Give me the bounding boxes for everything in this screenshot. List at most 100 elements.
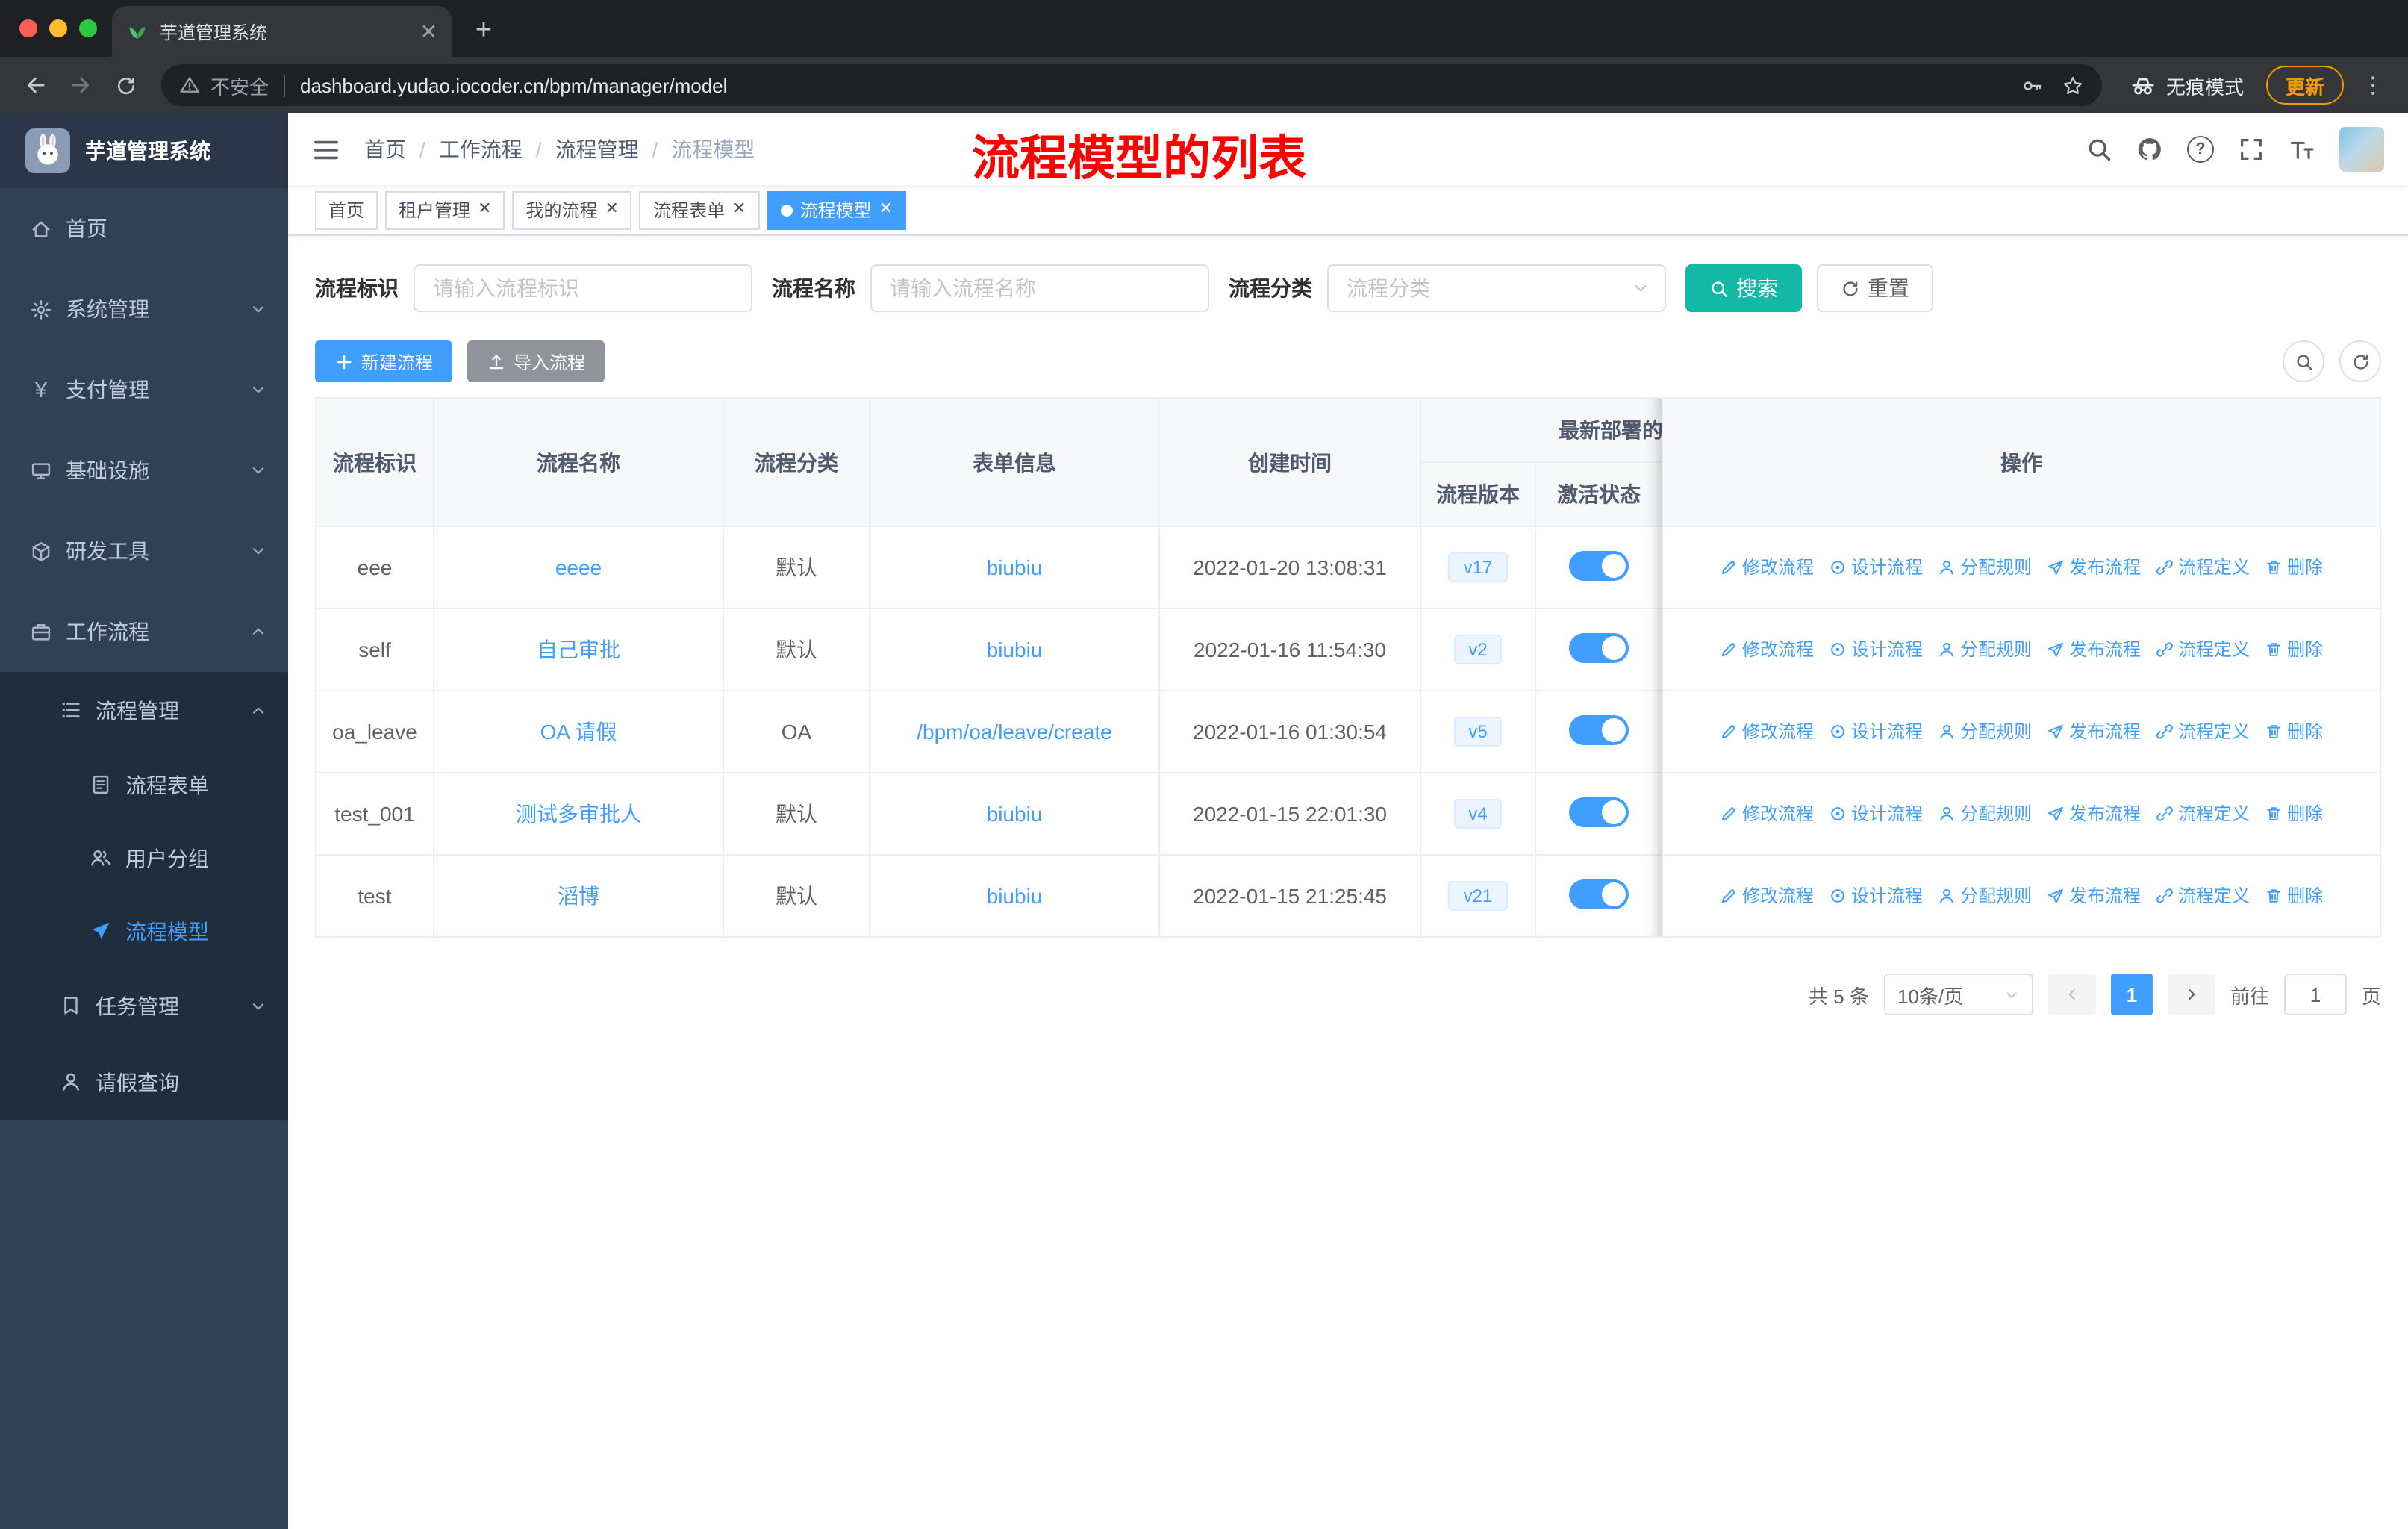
user-avatar[interactable] — [2339, 127, 2384, 172]
process-id-input[interactable] — [414, 264, 752, 312]
tag-my-process[interactable]: 我的流程 ✕ — [512, 190, 632, 229]
process-name-input[interactable] — [870, 264, 1209, 312]
tag-close-icon[interactable]: ✕ — [732, 201, 746, 218]
form-info-link[interactable]: biubiu — [987, 802, 1043, 826]
modify-process-link[interactable]: 修改流程 — [1720, 555, 1814, 580]
sidebar-item-system-management[interactable]: 系统管理 — [0, 269, 288, 349]
publish-process-link[interactable]: 发布流程 — [2047, 637, 2141, 662]
page-number-1[interactable]: 1 — [2110, 974, 2153, 1015]
close-window-button[interactable] — [19, 19, 37, 37]
modify-process-link[interactable]: 修改流程 — [1720, 801, 1814, 826]
active-toggle[interactable] — [1569, 797, 1629, 826]
process-definition-link[interactable]: 流程定义 — [2156, 555, 2250, 580]
assign-rule-link[interactable]: 分配规则 — [1938, 719, 2032, 744]
assign-rule-link[interactable]: 分配规则 — [1938, 637, 2032, 662]
tag-home[interactable]: 首页 — [315, 190, 378, 229]
sidebar-item-infrastructure[interactable]: 基础设施 — [0, 430, 288, 511]
assign-rule-link[interactable]: 分配规则 — [1938, 801, 2032, 826]
sidebar-item-process-management[interactable]: 流程管理 — [0, 672, 288, 748]
tag-close-icon[interactable]: ✕ — [478, 201, 491, 218]
back-button[interactable] — [15, 64, 57, 106]
version-badge[interactable]: v2 — [1453, 635, 1503, 664]
form-info-link[interactable]: biubiu — [987, 555, 1043, 579]
font-size-icon[interactable] — [2289, 136, 2315, 163]
publish-process-link[interactable]: 发布流程 — [2047, 883, 2141, 909]
active-toggle[interactable] — [1569, 632, 1629, 662]
publish-process-link[interactable]: 发布流程 — [2047, 555, 2141, 580]
version-badge[interactable]: v17 — [1448, 552, 1508, 582]
tag-close-icon[interactable]: ✕ — [605, 201, 619, 218]
process-definition-link[interactable]: 流程定义 — [2156, 883, 2250, 909]
process-name-link[interactable]: OA 请假 — [540, 720, 617, 744]
tag-close-icon[interactable]: ✕ — [879, 201, 892, 218]
sidebar-item-process-model[interactable]: 流程模型 — [0, 894, 288, 968]
reset-button[interactable]: 重置 — [1817, 264, 1933, 312]
publish-process-link[interactable]: 发布流程 — [2047, 801, 2141, 826]
version-badge[interactable]: v5 — [1453, 717, 1503, 747]
modify-process-link[interactable]: 修改流程 — [1720, 637, 1814, 662]
process-name-link[interactable]: eeee — [555, 555, 602, 579]
toggle-search-button[interactable] — [2283, 340, 2324, 382]
minimize-window-button[interactable] — [49, 19, 67, 37]
reload-button[interactable] — [105, 64, 146, 106]
publish-process-link[interactable]: 发布流程 — [2047, 719, 2141, 744]
active-toggle[interactable] — [1569, 550, 1629, 580]
process-name-link[interactable]: 自己审批 — [537, 638, 620, 661]
process-name-link[interactable]: 滔博 — [558, 884, 599, 908]
next-page-button[interactable] — [2167, 974, 2215, 1015]
delete-link[interactable]: 删除 — [2265, 637, 2323, 662]
forward-button[interactable] — [60, 64, 102, 106]
url-bar[interactable]: 不安全 dashboard.yudao.iocoder.cn/bpm/manag… — [161, 64, 2102, 106]
github-icon[interactable] — [2136, 136, 2163, 163]
sidebar-item-home[interactable]: 首页 — [0, 188, 288, 269]
create-process-button[interactable]: 新建流程 — [315, 340, 453, 382]
delete-link[interactable]: 删除 — [2265, 555, 2323, 580]
sidebar-item-workflow[interactable]: 工作流程 — [0, 591, 288, 672]
app-logo[interactable]: 芋道管理系统 — [0, 113, 288, 188]
browser-tab[interactable]: 芋道管理系统 ✕ — [112, 6, 452, 57]
process-definition-link[interactable]: 流程定义 — [2156, 637, 2250, 662]
help-icon[interactable]: ? — [2187, 136, 2214, 163]
fullscreen-icon[interactable] — [2238, 136, 2265, 163]
process-category-select[interactable]: 流程分类 — [1327, 264, 1666, 312]
url-text[interactable]: dashboard.yudao.iocoder.cn/bpm/manager/m… — [300, 74, 2011, 96]
sidebar-item-process-form[interactable]: 流程表单 — [0, 748, 288, 821]
tag-process-form[interactable]: 流程表单 ✕ — [639, 190, 760, 229]
design-process-link[interactable]: 设计流程 — [1829, 637, 1923, 662]
design-process-link[interactable]: 设计流程 — [1829, 801, 1923, 826]
password-key-icon[interactable] — [2021, 74, 2044, 96]
modify-process-link[interactable]: 修改流程 — [1720, 719, 1814, 744]
sidebar-item-user-group[interactable]: 用户分组 — [0, 821, 288, 894]
hamburger-icon[interactable] — [312, 135, 340, 164]
breadcrumb-workflow[interactable]: 工作流程 — [439, 134, 523, 164]
prev-page-button[interactable] — [2047, 974, 2096, 1015]
delete-link[interactable]: 删除 — [2265, 801, 2323, 826]
form-info-link[interactable]: biubiu — [987, 884, 1043, 908]
design-process-link[interactable]: 设计流程 — [1829, 719, 1923, 744]
sidebar-item-dev-tools[interactable]: 研发工具 — [0, 511, 288, 591]
tag-process-model[interactable]: 流程模型 ✕ — [767, 190, 906, 229]
modify-process-link[interactable]: 修改流程 — [1720, 883, 1814, 909]
active-toggle[interactable] — [1569, 879, 1629, 909]
browser-menu-button[interactable]: ⋮ — [2353, 72, 2393, 99]
assign-rule-link[interactable]: 分配规则 — [1938, 883, 2032, 909]
tag-tenant-management[interactable]: 租户管理 ✕ — [385, 190, 505, 229]
delete-link[interactable]: 删除 — [2265, 883, 2323, 909]
process-definition-link[interactable]: 流程定义 — [2156, 719, 2250, 744]
sidebar-item-task-management[interactable]: 任务管理 — [0, 968, 288, 1044]
tab-close-icon[interactable]: ✕ — [420, 21, 437, 42]
form-info-link[interactable]: /bpm/oa/leave/create — [917, 720, 1112, 744]
assign-rule-link[interactable]: 分配规则 — [1938, 555, 2032, 580]
sidebar-item-leave-query[interactable]: 请假查询 — [0, 1044, 288, 1120]
page-size-select[interactable]: 10条/页 — [1883, 974, 2033, 1015]
bookmark-star-icon[interactable] — [2062, 74, 2084, 96]
new-tab-button[interactable]: + — [461, 9, 506, 54]
refresh-table-button[interactable] — [2339, 340, 2381, 382]
search-icon[interactable] — [2086, 136, 2112, 163]
active-toggle[interactable] — [1569, 714, 1629, 744]
process-name-link[interactable]: 测试多审批人 — [516, 802, 641, 826]
browser-update-button[interactable]: 更新 — [2265, 66, 2344, 105]
sidebar-item-payment-management[interactable]: ¥ 支付管理 — [0, 349, 288, 430]
version-badge[interactable]: v4 — [1453, 799, 1503, 829]
security-label[interactable]: 不安全 — [210, 71, 269, 99]
